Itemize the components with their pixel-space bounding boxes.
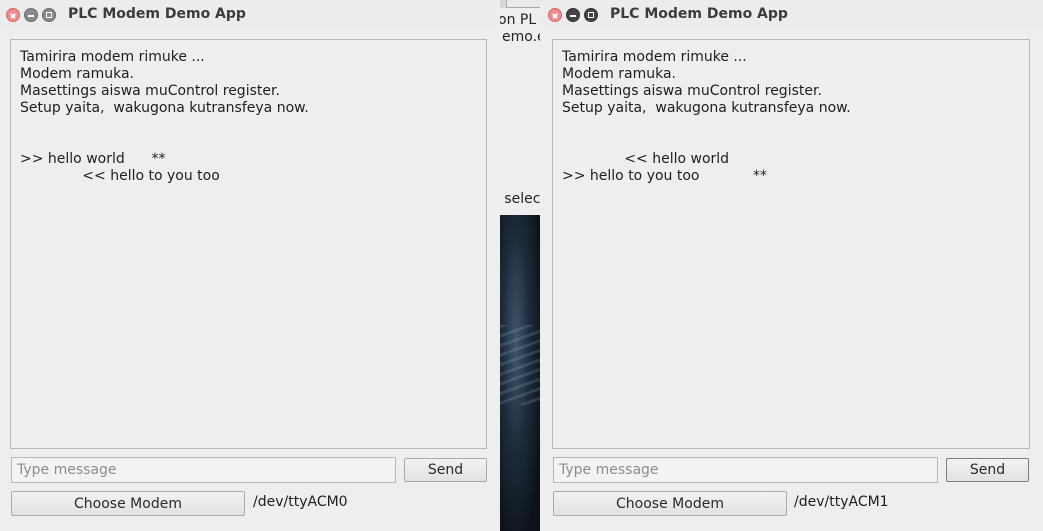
log-line: Modem ramuka. [20, 66, 134, 82]
device-path-label: /dev/ttyACM1 [794, 494, 889, 510]
choose-modem-button[interactable]: Choose Modem [11, 491, 245, 516]
log-line: Modem ramuka. [562, 66, 676, 82]
desktop-wallpaper [500, 215, 540, 531]
log-line: >> hello world ** [20, 151, 166, 167]
message-log[interactable]: Tamirira modem rimuke ... Modem ramuka. … [10, 39, 487, 449]
close-icon[interactable] [6, 8, 20, 22]
close-icon[interactable] [548, 8, 562, 22]
log-line: Masettings aiswa muControl register. [562, 83, 822, 99]
send-button[interactable]: Send [404, 458, 487, 482]
terminal-tab-bar [500, 0, 540, 8]
terminal-line: ' selec [500, 191, 540, 207]
send-button[interactable]: Send [946, 458, 1029, 482]
log-line: Tamirira modem rimuke ... [20, 49, 205, 65]
app-window-acm1: PLC Modem Demo App Tamirira modem rimuke… [540, 0, 1043, 531]
minimize-icon[interactable] [566, 8, 580, 22]
message-input[interactable] [553, 457, 938, 483]
log-line: << hello to you too [20, 168, 220, 184]
log-line: Masettings aiswa muControl register. [20, 83, 280, 99]
log-line: >> hello to you too ** [562, 168, 767, 184]
window-titlebar[interactable]: PLC Modem Demo App [540, 0, 1043, 30]
device-path-label: /dev/ttyACM0 [253, 494, 348, 510]
log-line: Setup yaita, wakugona kutransfeya now. [20, 100, 309, 116]
maximize-icon[interactable] [42, 8, 56, 22]
log-line: Tamirira modem rimuke ... [562, 49, 747, 65]
maximize-icon[interactable] [584, 8, 598, 22]
terminal-line: on PL [500, 12, 537, 28]
minimize-icon[interactable] [24, 8, 38, 22]
log-line: Setup yaita, wakugona kutransfeya now. [562, 100, 851, 116]
window-title: PLC Modem Demo App [68, 6, 246, 22]
window-titlebar[interactable]: PLC Modem Demo App [0, 0, 500, 30]
choose-modem-button[interactable]: Choose Modem [553, 491, 787, 516]
window-title: PLC Modem Demo App [610, 6, 788, 22]
background-terminal-window: on PL emo.e ' selec [500, 0, 540, 215]
log-line: << hello world [562, 151, 730, 167]
terminal-line: emo.e [502, 29, 540, 45]
message-log[interactable]: Tamirira modem rimuke ... Modem ramuka. … [552, 39, 1030, 449]
message-input[interactable] [11, 457, 396, 483]
app-window-acm0: PLC Modem Demo App Tamirira modem rimuke… [0, 0, 500, 531]
